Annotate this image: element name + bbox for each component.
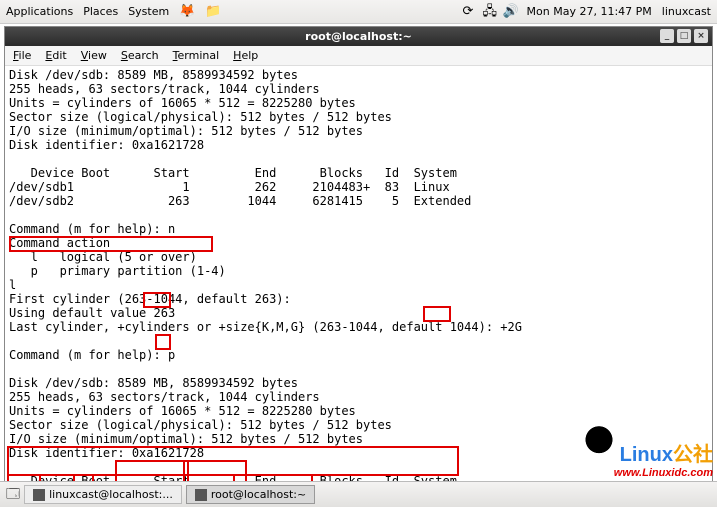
terminal-line: p primary partition (1-4) [9, 264, 226, 278]
firefox-icon[interactable]: 🦊 [179, 5, 195, 18]
logo-text: Linux公社 [620, 438, 713, 467]
network-icon[interactable]: 🖧 [483, 5, 497, 19]
terminal-line: Disk /dev/sdb: 8589 MB, 8589934592 bytes… [9, 376, 392, 460]
terminal-line: Command action [9, 236, 110, 250]
user-menu[interactable]: linuxcast [662, 5, 711, 18]
watermark: Linux公社 www.Linuxidc.com [580, 425, 713, 479]
terminal-line: l logical (5 or over) [9, 250, 197, 264]
terminal-window: root@localhost:~ _ □ × File Edit View Se… [4, 26, 713, 485]
taskbar-item[interactable]: linuxcast@localhost:... [24, 485, 182, 504]
menu-file[interactable]: File [13, 49, 31, 62]
taskbar-item-active[interactable]: root@localhost:~ [186, 485, 315, 504]
window-title: root@localhost:~ [305, 30, 412, 43]
terminal-line: First cylinder (263-1044, default 263): [9, 292, 291, 306]
taskbar-label: linuxcast@localhost:... [49, 488, 173, 501]
terminal-line: Command (m for help): n [9, 222, 175, 236]
terminal-line: l [9, 278, 16, 292]
terminal-line: Last cylinder, +cylinders or +size{K,M,G… [9, 320, 522, 334]
applications-menu[interactable]: Applications [6, 5, 73, 18]
taskbar-label: root@localhost:~ [211, 488, 306, 501]
menu-edit[interactable]: Edit [45, 49, 66, 62]
places-menu[interactable]: Places [83, 5, 118, 18]
volume-icon[interactable]: 🔊 [503, 5, 517, 19]
terminal-line: Command (m for help): p [9, 348, 175, 362]
terminal-body[interactable]: Disk /dev/sdb: 8589 MB, 8589934592 bytes… [5, 66, 712, 484]
maximize-button[interactable]: □ [677, 29, 691, 43]
bottom-panel: 🗔 linuxcast@localhost:... root@localhost… [0, 481, 717, 507]
menubar: File Edit View Search Terminal Help [5, 46, 712, 66]
top-panel: Applications Places System 🦊 📁 ⟳ 🖧 🔊 Mon… [0, 0, 717, 24]
show-desktop-icon[interactable]: 🗔 [6, 488, 20, 501]
terminal-icon [33, 489, 45, 501]
terminal-icon [195, 489, 207, 501]
terminal-line: /dev/sdb1 1 262 2104483+ 83 Linux [9, 180, 450, 194]
terminal-line: Device Boot Start End Blocks Id System [9, 166, 457, 180]
terminal-line: /dev/sdb2 263 1044 6281415 5 Extended [9, 194, 471, 208]
minimize-button[interactable]: _ [660, 29, 674, 43]
files-icon[interactable]: 📁 [205, 5, 221, 18]
system-menu[interactable]: System [128, 5, 169, 18]
menu-terminal[interactable]: Terminal [173, 49, 220, 62]
menu-help[interactable]: Help [233, 49, 258, 62]
menu-search[interactable]: Search [121, 49, 159, 62]
clock[interactable]: Mon May 27, 11:47 PM [527, 5, 652, 18]
watermark-url: www.Linuxidc.com [580, 467, 713, 479]
update-icon[interactable]: ⟳ [463, 5, 477, 19]
titlebar[interactable]: root@localhost:~ _ □ × [5, 27, 712, 46]
terminal-line: Disk /dev/sdb: 8589 MB, 8589934592 bytes… [9, 68, 392, 152]
tray: ⟳ 🖧 🔊 [463, 5, 517, 19]
tux-icon [580, 425, 618, 467]
close-button[interactable]: × [694, 29, 708, 43]
terminal-line: Using default value 263 [9, 306, 175, 320]
menu-view[interactable]: View [81, 49, 107, 62]
